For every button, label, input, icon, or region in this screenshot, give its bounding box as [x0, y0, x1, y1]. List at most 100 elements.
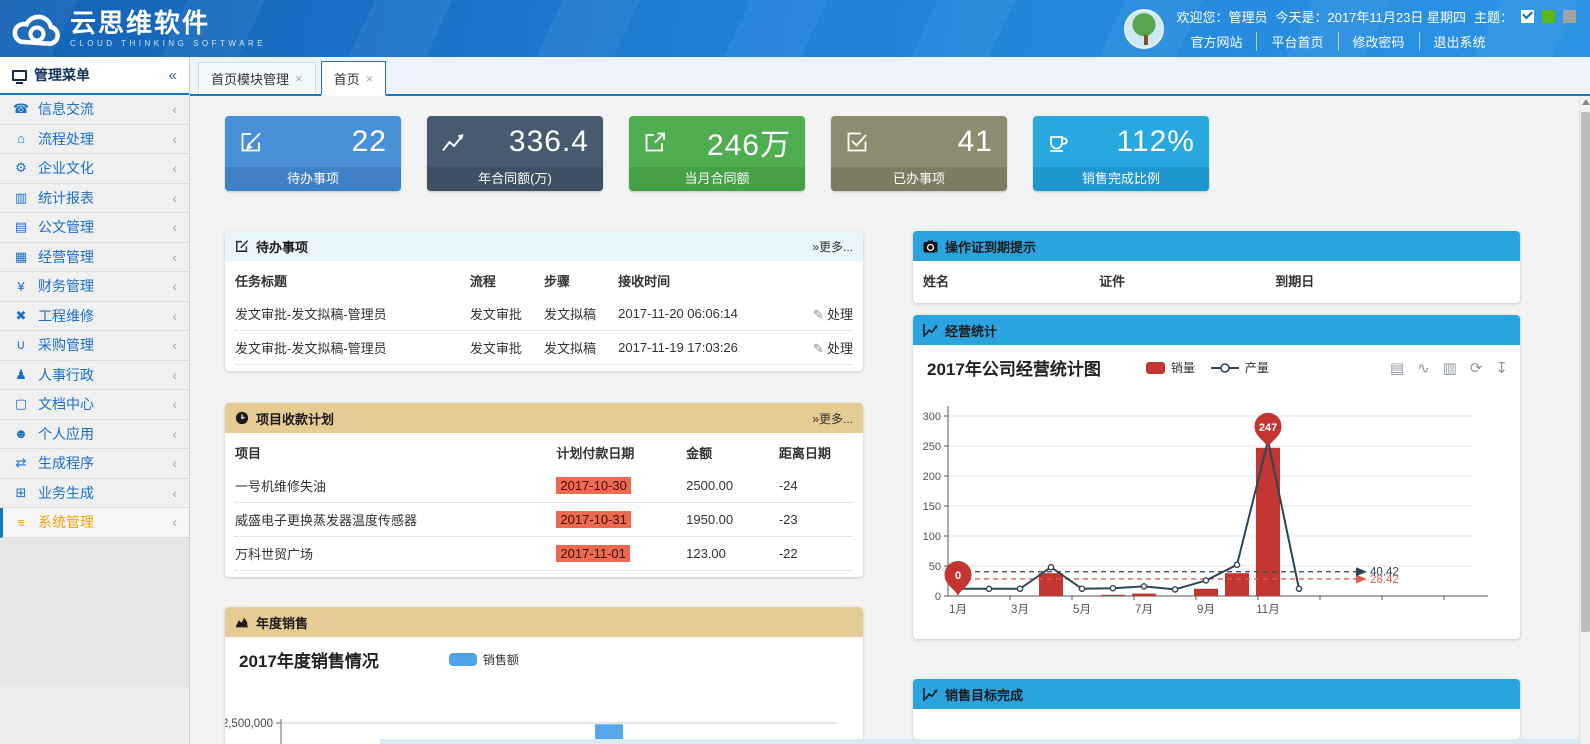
svg-text:11月: 11月 — [1256, 604, 1279, 616]
data-view-icon[interactable]: ▤ — [1390, 359, 1404, 377]
tab-home-module-mgmt[interactable]: 首页模块管理 × — [198, 62, 316, 94]
close-icon[interactable]: × — [295, 71, 303, 86]
table-header: 任务标题 流程 步骤 接收时间 — [235, 273, 671, 289]
svg-text:300: 300 — [923, 411, 941, 423]
legend-output-marker[interactable] — [1210, 362, 1239, 373]
sidebar-item-reports[interactable]: ▥ 统计报表 ‹ — [0, 183, 189, 213]
theme-gray-swatch[interactable] — [1563, 9, 1576, 23]
sidebar-item-personal-apps[interactable]: ☻ 个人应用 ‹ — [0, 419, 189, 449]
cloud-logo-icon — [12, 14, 60, 46]
line-chart-icon — [923, 323, 938, 337]
check-square-icon — [847, 132, 867, 151]
trend-up-icon — [442, 133, 464, 151]
sidebar-item-process[interactable]: ⌂ 流程处理 ‹ — [0, 124, 189, 154]
stat-card-sales-ratio[interactable]: 112% 销售完成比例 — [1033, 116, 1209, 191]
legend-sales-swatch[interactable] — [448, 653, 477, 666]
stat-card-todo[interactable]: 22 待办事项 — [225, 116, 401, 191]
stat-label: 已办事项 — [831, 167, 1007, 191]
scrollbar-thumb[interactable] — [1581, 112, 1590, 632]
app-title: 云思维软件 — [70, 7, 211, 38]
todo-more-link[interactable]: »更多... — [812, 238, 853, 255]
due-date-badge: 2017-11-01 — [556, 545, 630, 562]
sidebar-item-info-exchange[interactable]: ☎ 信息交流 ‹ — [0, 95, 189, 125]
svg-text:50: 50 — [929, 561, 941, 573]
business-stats-chart: 0501001502002503001月 3月 5月 7月 9月 11月28.4240.4… — [923, 406, 1488, 616]
edit-square-icon — [241, 132, 261, 151]
clock-icon — [235, 411, 249, 425]
bar-chart-icon[interactable]: ▥ — [1443, 359, 1457, 377]
list-icon: ≡ — [17, 514, 25, 530]
panel-payment-plan: 项目收款计划 »更多... 项目 计划付款日期 金额 距离日期 一号机维修失油 201… — [225, 403, 863, 577]
sidebar-item-finance[interactable]: ¥ 财务管理 ‹ — [0, 272, 189, 302]
chevron-left-icon: ‹ — [172, 101, 177, 118]
legend-output-label: 产量 — [1244, 361, 1269, 375]
theme-blue-swatch[interactable] — [1521, 9, 1534, 23]
sidebar-item-business-mgmt[interactable]: ▦ 经营管理 ‹ — [0, 242, 189, 272]
sidebar-item-business-gen[interactable]: ⊞ 业务生成 ‹ — [0, 478, 189, 508]
bar-chart-icon: ▥ — [14, 189, 28, 205]
sidebar-item-maintenance[interactable]: ✖ 工程维修 ‹ — [0, 301, 189, 331]
avatar[interactable] — [1124, 8, 1165, 49]
sidebar-item-culture[interactable]: ⚙ 企业文化 ‹ — [0, 154, 189, 184]
panel-title: 待办事项 — [256, 239, 309, 255]
sidebar-item-official-docs[interactable]: ▤ 公文管理 ‹ — [0, 213, 189, 243]
table-header: 姓名 证件 到期日 — [923, 273, 1315, 289]
handle-link[interactable]: ✎ 处理 — [813, 304, 853, 323]
line-chart-icon[interactable]: ∿ — [1417, 359, 1430, 377]
link-change-password[interactable]: 修改密码 — [1339, 31, 1420, 51]
sidebar-item-hr[interactable]: ♟ 人事行政 ‹ — [0, 360, 189, 390]
external-link-icon — [645, 132, 665, 151]
link-official-site[interactable]: 官方网站 — [1176, 31, 1258, 51]
stat-card-done[interactable]: 41 已办事项 — [831, 116, 1007, 191]
svg-text:7月: 7月 — [1135, 604, 1153, 616]
svg-text:40.42: 40.42 — [1370, 567, 1399, 579]
gear-icon: ⚙ — [15, 160, 27, 176]
app-subtitle: CLOUD THINKING SOFTWARE — [70, 38, 267, 48]
legend-sales-volume-label: 销量 — [1170, 361, 1195, 375]
pencil-icon: ✎ — [813, 341, 824, 356]
sidebar-item-doc-center[interactable]: ▢ 文档中心 ‹ — [0, 390, 189, 420]
annual-chart-title: 2017年度销售情况 — [239, 652, 379, 671]
refresh-icon[interactable]: ⟳ — [1470, 359, 1483, 377]
link-platform-home[interactable]: 平台首页 — [1257, 31, 1339, 51]
svg-text:1月: 1月 — [949, 604, 967, 616]
tab-home[interactable]: 首页 × — [320, 61, 387, 96]
chevron-left-icon: ‹ — [172, 189, 177, 206]
sidebar-item-system-mgmt[interactable]: ≡ 系统管理 ‹ — [0, 508, 189, 538]
legend-sales-label: 销售额 — [482, 653, 519, 667]
line-chart-icon — [923, 687, 938, 701]
sidebar-item-procurement[interactable]: ∪ 采购管理 ‹ — [0, 331, 189, 361]
yen-icon: ¥ — [17, 278, 25, 294]
file-icon: ▢ — [14, 396, 28, 412]
svg-text:0: 0 — [955, 570, 961, 582]
legend-sales-volume-swatch[interactable] — [1145, 361, 1165, 374]
due-date-badge: 2017-10-30 — [556, 477, 631, 494]
scrollbar[interactable] — [1579, 96, 1590, 744]
document-icon: ▤ — [14, 219, 28, 235]
app-logo: 云思维软件 CLOUD THINKING SOFTWARE — [10, 9, 266, 49]
download-icon[interactable]: ↧ — [1495, 359, 1508, 377]
stat-value: 336.4 — [508, 124, 589, 158]
sidebar-item-program-gen[interactable]: ⇄ 生成程序 ‹ — [0, 449, 189, 479]
panel-title: 项目收款计划 — [256, 411, 335, 427]
scroll-up-icon[interactable] — [1582, 99, 1590, 105]
chevron-left-icon: ‹ — [172, 425, 177, 442]
stat-card-month-contract[interactable]: 246万 当月合同额 — [629, 116, 805, 191]
table-header: 项目 计划付款日期 金额 距离日期 — [235, 445, 831, 461]
panel-title: 销售目标完成 — [945, 687, 1024, 703]
payment-more-link[interactable]: »更多... — [812, 410, 853, 427]
theme-green-swatch[interactable] — [1542, 9, 1555, 23]
stat-card-annual-contract[interactable]: 336.4 年合同额(万) — [427, 116, 603, 191]
handle-link[interactable]: ✎ 处理 — [813, 338, 853, 357]
svg-text:5月: 5月 — [1073, 604, 1091, 616]
magnet-icon: ∪ — [16, 337, 26, 353]
link-logout[interactable]: 退出系统 — [1420, 32, 1500, 51]
annual-sales-chart: 2,500,0002,000,000 — [225, 718, 837, 744]
due-date-badge: 2017-10-31 — [556, 511, 631, 528]
stat-label: 销售完成比例 — [1033, 167, 1209, 191]
chevron-left-icon: ‹ — [172, 278, 177, 295]
bank-icon: ⌂ — [17, 131, 25, 147]
close-icon[interactable]: × — [366, 71, 374, 86]
stat-label: 待办事项 — [225, 167, 401, 191]
collapse-sidebar-button[interactable]: « — [169, 67, 177, 84]
